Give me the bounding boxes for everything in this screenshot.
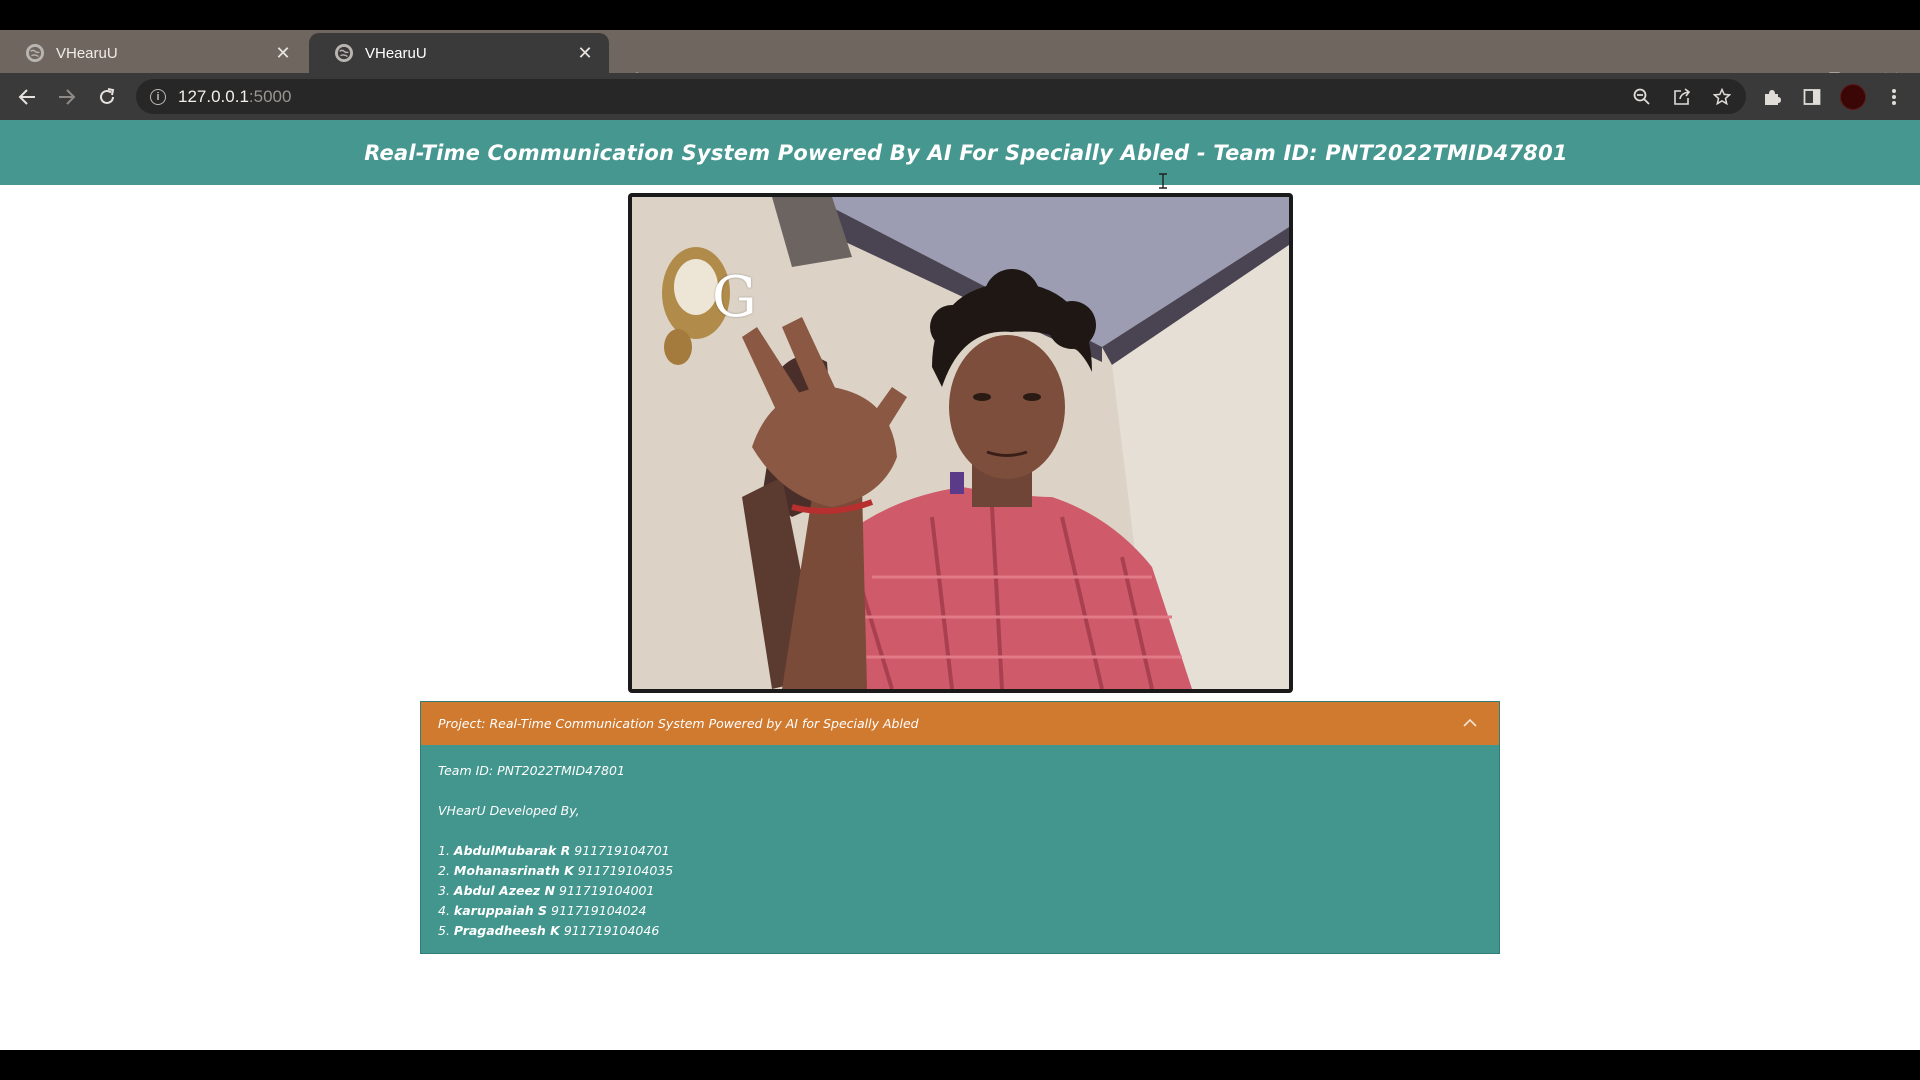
webcam-video: G bbox=[632, 197, 1289, 689]
screen-top-border bbox=[0, 0, 1920, 30]
extensions-icon[interactable] bbox=[1758, 83, 1786, 111]
webcam-feed-frame: G bbox=[628, 193, 1293, 693]
bookmark-star-icon[interactable] bbox=[1708, 83, 1736, 111]
forward-arrow-icon[interactable] bbox=[52, 82, 82, 112]
accordion-body: Team ID: PNT2022TMID47801 VHearU Develop… bbox=[421, 745, 1499, 953]
developed-by-text: VHearU Developed By, bbox=[438, 803, 580, 818]
member-item: 2. Mohanasrinath K 911719104035 bbox=[438, 863, 674, 878]
member-item: 4. karuppaiah S 911719104024 bbox=[438, 903, 647, 918]
accordion-header-label: Project: Real-Time Communication System … bbox=[438, 716, 919, 731]
member-name: AbdulMubarak R bbox=[453, 843, 571, 858]
member-item: 3. Abdul Azeez N 911719104001 bbox=[438, 883, 655, 898]
tab-vhearuu-2[interactable]: VHearuU ✕ bbox=[309, 33, 609, 73]
accordion-header[interactable]: Project: Real-Time Communication System … bbox=[421, 702, 1499, 745]
web-page: Real-Time Communication System Powered B… bbox=[0, 120, 1920, 1050]
chevron-up-icon[interactable] bbox=[1461, 714, 1479, 732]
screen-bottom-border bbox=[0, 1050, 1920, 1080]
member-roll: 911719104701 bbox=[574, 843, 670, 858]
member-name: Pragadheesh K bbox=[453, 923, 560, 938]
url-port: :5000 bbox=[248, 86, 292, 106]
member-item: 5. Pragadheesh K 911719104046 bbox=[438, 923, 660, 938]
profile-avatar[interactable] bbox=[1840, 84, 1866, 110]
tab-vhearuu-1[interactable]: VHearuU ✕ bbox=[0, 33, 307, 73]
member-roll: 911719104046 bbox=[563, 923, 660, 938]
globe-icon bbox=[26, 44, 44, 62]
menu-icon[interactable] bbox=[1880, 83, 1908, 111]
share-icon[interactable] bbox=[1668, 83, 1696, 111]
url-host: 127.0.0.1 bbox=[178, 86, 249, 106]
globe-icon bbox=[335, 44, 353, 62]
browser-toolbar: i 127.0.0.1:5000 bbox=[0, 73, 1920, 120]
site-info-icon[interactable]: i bbox=[150, 88, 166, 105]
team-id-text: Team ID: PNT2022TMID47801 bbox=[438, 763, 625, 778]
text-cursor-icon bbox=[1159, 173, 1167, 189]
member-roll: 911719104001 bbox=[559, 883, 655, 898]
close-tab-icon[interactable]: ✕ bbox=[575, 43, 595, 63]
page-header: Real-Time Communication System Powered B… bbox=[0, 120, 1920, 185]
address-bar[interactable]: i 127.0.0.1:5000 bbox=[136, 79, 1746, 114]
tab-strip: VHearuU ✕ VHearuU ✕ + bbox=[0, 30, 1920, 96]
project-info-accordion: Project: Real-Time Communication System … bbox=[420, 701, 1500, 954]
member-name: Mohanasrinath K bbox=[453, 863, 574, 878]
member-item: 1. AbdulMubarak R 911719104701 bbox=[438, 843, 670, 858]
side-panel-icon[interactable] bbox=[1798, 83, 1826, 111]
member-name: karuppaiah S bbox=[453, 903, 548, 918]
close-tab-icon[interactable]: ✕ bbox=[273, 43, 293, 63]
member-roll: 911719104035 bbox=[577, 863, 674, 878]
member-name: Abdul Azeez N bbox=[453, 883, 556, 898]
tab-title: VHearuU bbox=[56, 44, 118, 62]
predicted-letter: G bbox=[712, 265, 757, 330]
page-title: Real-Time Communication System Powered B… bbox=[364, 140, 1568, 165]
member-roll: 911719104024 bbox=[551, 903, 647, 918]
tab-title: VHearuU bbox=[365, 44, 427, 62]
zoom-out-icon[interactable] bbox=[1628, 83, 1656, 111]
reload-icon[interactable] bbox=[92, 82, 122, 112]
back-arrow-icon[interactable] bbox=[12, 82, 42, 112]
